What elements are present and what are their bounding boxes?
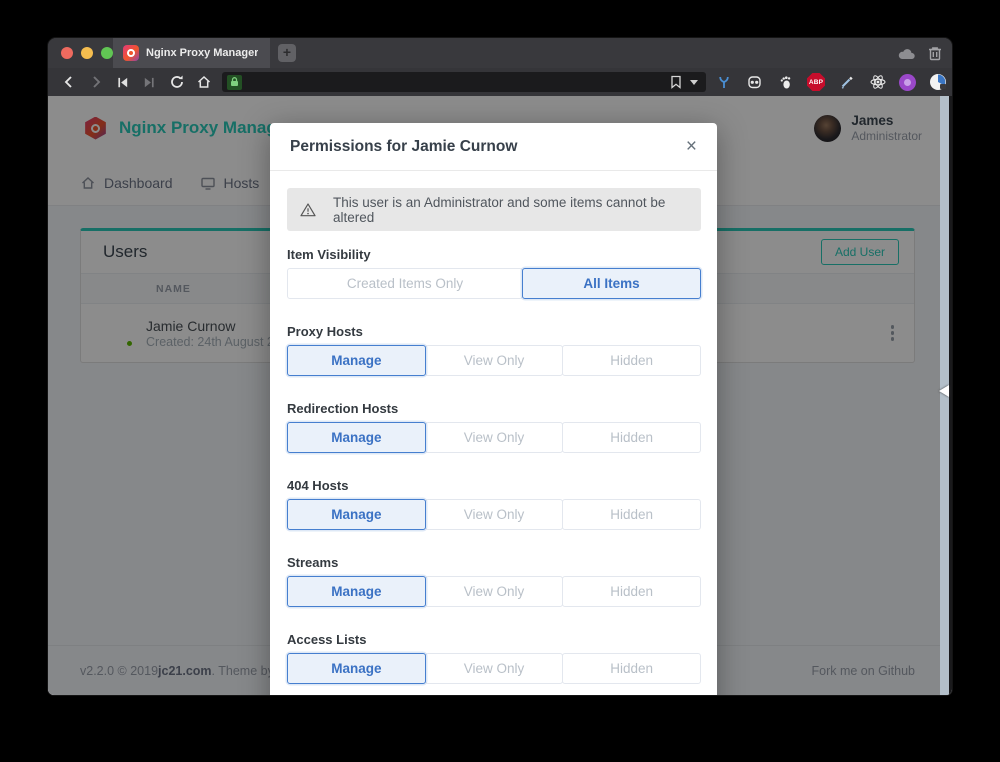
browser-tab[interactable]: Nginx Proxy Manager	[113, 38, 270, 68]
section-label-redirection-hosts: Redirection Hosts	[287, 401, 701, 416]
modal-title: Permissions for Jamie Curnow	[290, 138, 517, 156]
bookmarks-dropdown-icon[interactable]	[690, 80, 698, 85]
option-created-items-only[interactable]: Created Items Only	[287, 268, 523, 299]
streams-hidden[interactable]: Hidden	[562, 576, 701, 607]
npm-favicon-icon	[123, 45, 139, 61]
redirection-hosts-hidden[interactable]: Hidden	[562, 422, 701, 453]
redirection-hosts-view-only[interactable]: View Only	[425, 422, 564, 453]
segment-streams: Manage View Only Hidden	[287, 576, 701, 607]
404-hosts-view-only[interactable]: View Only	[425, 499, 564, 530]
extension-atom-icon[interactable]	[868, 73, 887, 92]
browser-toolbar: ABP	[48, 68, 952, 96]
segment-access-lists: Manage View Only Hidden	[287, 653, 701, 684]
extension-gnome-foot-icon[interactable]	[776, 73, 795, 92]
cloud-sync-icon[interactable]	[898, 47, 916, 60]
url-bar[interactable]	[222, 72, 706, 92]
404-hosts-manage[interactable]: Manage	[287, 499, 426, 530]
extension-adblock-plus-icon[interactable]: ABP	[807, 73, 825, 91]
session-forward-button[interactable]	[137, 70, 162, 94]
section-label-proxy-hosts: Proxy Hosts	[287, 324, 701, 339]
option-all-items[interactable]: All Items	[522, 268, 701, 299]
window-controls	[61, 47, 113, 59]
minimize-window-button[interactable]	[81, 47, 93, 59]
bookmark-icon[interactable]	[670, 75, 682, 89]
admin-warning-alert: This user is an Administrator and some i…	[287, 188, 701, 231]
segment-redirection-hosts: Manage View Only Hidden	[287, 422, 701, 453]
page-viewport: Nginx Proxy Manager James Administrator …	[48, 96, 952, 695]
tab-title: Nginx Proxy Manager	[146, 47, 258, 59]
streams-manage[interactable]: Manage	[287, 576, 426, 607]
warning-icon	[300, 202, 316, 218]
extension-rod-icon[interactable]	[714, 73, 733, 92]
access-lists-manage[interactable]: Manage	[287, 653, 426, 684]
redirection-hosts-manage[interactable]: Manage	[287, 422, 426, 453]
back-button[interactable]	[56, 70, 81, 94]
section-label-404-hosts: 404 Hosts	[287, 478, 701, 493]
access-lists-hidden[interactable]: Hidden	[562, 653, 701, 684]
proxy-hosts-hidden[interactable]: Hidden	[562, 345, 701, 376]
access-lists-view-only[interactable]: View Only	[425, 653, 564, 684]
new-tab-button[interactable]: +	[278, 44, 296, 62]
extension-icons: ABP	[714, 68, 947, 96]
reload-button[interactable]	[164, 70, 189, 94]
trash-icon[interactable]	[928, 45, 942, 61]
session-back-button[interactable]	[110, 70, 135, 94]
browser-window: Nginx Proxy Manager +	[48, 38, 952, 695]
extension-robot-icon[interactable]	[745, 73, 764, 92]
section-label-streams: Streams	[287, 555, 701, 570]
section-label-access-lists: Access Lists	[287, 632, 701, 647]
https-lock-icon[interactable]	[227, 75, 242, 90]
close-window-button[interactable]	[61, 47, 73, 59]
extension-privacy-pie-icon[interactable]	[928, 73, 947, 92]
proxy-hosts-manage[interactable]: Manage	[287, 345, 426, 376]
maximize-window-button[interactable]	[101, 47, 113, 59]
segment-404-hosts: Manage View Only Hidden	[287, 499, 701, 530]
segment-proxy-hosts: Manage View Only Hidden	[287, 345, 701, 376]
section-label-item-visibility: Item Visibility	[287, 247, 701, 262]
404-hosts-hidden[interactable]: Hidden	[562, 499, 701, 530]
browser-tab-bar: Nginx Proxy Manager +	[48, 38, 952, 68]
extension-purple-icon[interactable]	[899, 74, 916, 91]
mouse-cursor	[939, 385, 949, 397]
segment-item-visibility: Created Items Only All Items	[287, 268, 701, 299]
extension-stylus-pen-icon[interactable]	[837, 73, 856, 92]
window-edge	[949, 96, 952, 695]
forward-button[interactable]	[83, 70, 108, 94]
home-button[interactable]	[191, 70, 216, 94]
streams-view-only[interactable]: View Only	[425, 576, 564, 607]
modal-close-icon[interactable]: ×	[686, 140, 697, 154]
permissions-modal: Permissions for Jamie Curnow × This user…	[270, 123, 717, 695]
proxy-hosts-view-only[interactable]: View Only	[425, 345, 564, 376]
